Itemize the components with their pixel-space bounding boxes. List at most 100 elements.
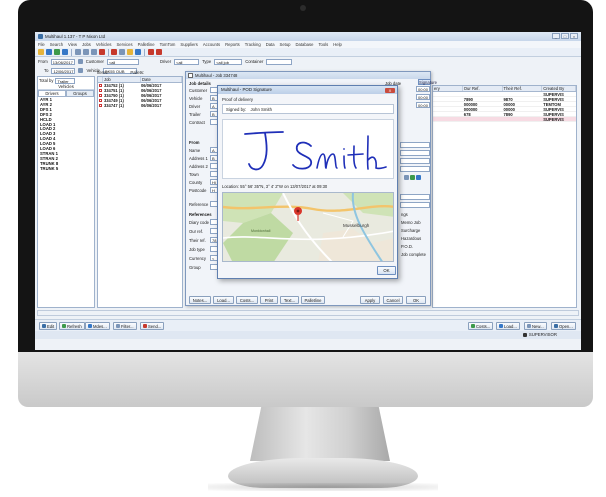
time-field[interactable]: 00:00 (416, 86, 430, 92)
menu-item-file[interactable]: File (38, 42, 45, 47)
delivery-map[interactable]: Musselburgh Monktonhall (222, 192, 394, 262)
job-window-button-apply[interactable]: Apply (360, 296, 380, 304)
menu-item-tomtom[interactable]: TomTom (160, 42, 176, 47)
map-icon[interactable] (416, 175, 421, 180)
pallets-label: Pallets: (130, 70, 145, 75)
close-job-icon[interactable] (98, 49, 105, 55)
bottom-button-open[interactable]: Open... (551, 322, 576, 330)
bottom-button-refresh[interactable]: Refresh (59, 322, 85, 330)
window-titlebar: Multihaul 1.137 - T P Nixon Ltd _ □ × (35, 32, 581, 41)
table-row[interactable]: SUPERVIS (433, 117, 576, 122)
map-icon[interactable] (135, 49, 141, 55)
to-date-field[interactable]: 12/06/2017 (51, 67, 76, 74)
menu-item-suppliers[interactable]: Suppliers (180, 42, 197, 47)
arrow-left-icon[interactable] (147, 49, 154, 55)
detail-label: Contract (189, 120, 205, 125)
menu-item-database[interactable]: Database (296, 42, 314, 47)
bottom-button-filter[interactable]: Filter... (113, 322, 137, 330)
menu-item-search[interactable]: Search (50, 42, 63, 47)
bottom-button-new[interactable]: New... (524, 322, 547, 330)
maximize-button[interactable]: □ (561, 33, 569, 39)
job-window-button-cancel[interactable]: Cancel (383, 296, 403, 304)
column-header-date[interactable]: Date (141, 77, 182, 82)
from-date-field[interactable]: 13/06/2017 (50, 58, 75, 65)
container-field[interactable] (266, 58, 293, 65)
tab-groups[interactable]: Groups (66, 90, 94, 97)
from-label: Name (189, 148, 201, 153)
vehicle-item[interactable]: TRUNK 5 (40, 166, 94, 172)
refresh-icon[interactable] (54, 49, 60, 55)
menu-item-services[interactable]: Services (117, 42, 133, 47)
bottom-button-mdes[interactable]: Mdes... (85, 322, 110, 330)
right-field-6[interactable] (400, 202, 430, 208)
arrow-right-icon[interactable] (155, 49, 162, 55)
option-label[interactable]: Job complete (401, 252, 426, 257)
bottom-button-edit[interactable]: Edit (39, 322, 58, 330)
calendar-icon[interactable] (90, 49, 97, 55)
calendar-icon[interactable] (77, 59, 83, 64)
menu-item-help[interactable]: Help (333, 42, 342, 47)
right-field-5[interactable] (400, 194, 430, 200)
job-window-button-notes[interactable]: Notes... (189, 296, 211, 304)
column-header-our-ref[interactable]: Our Ref. (463, 86, 503, 91)
job-window-button-costs[interactable]: Costs... (236, 296, 258, 304)
column-header-delivery[interactable]: ery (433, 86, 463, 91)
right-field-4[interactable] (400, 166, 430, 172)
minimize-button[interactable]: _ (552, 33, 560, 39)
save-icon[interactable] (46, 49, 52, 55)
column-header-job[interactable]: Job (103, 77, 141, 82)
open-icon[interactable] (38, 49, 44, 55)
option-label[interactable]: Hazardous (401, 236, 421, 241)
report-icon[interactable] (127, 49, 133, 55)
list-icon[interactable] (82, 49, 89, 55)
job-window-button-ok[interactable]: OK (406, 296, 426, 304)
time-field[interactable]: 00:00 (416, 94, 430, 100)
menu-item-data[interactable]: Data (266, 42, 275, 47)
option-label[interactable]: P.O.D. (401, 244, 413, 249)
job-window-button-text[interactable]: Text... (280, 296, 299, 304)
menu-item-accounts[interactable]: Accounts (203, 42, 220, 47)
pod-close-button[interactable]: X (385, 87, 395, 93)
right-field-3[interactable] (400, 158, 430, 164)
job-window-button-print[interactable]: Print (260, 296, 278, 304)
bottom-button-load[interactable]: Load... (496, 322, 520, 330)
signature-button[interactable]: Signature (418, 79, 437, 85)
delete-icon[interactable] (111, 49, 117, 55)
bottom-button-send[interactable]: Send... (140, 322, 165, 330)
menu-item-setup[interactable]: Setup (280, 42, 291, 47)
horizontal-scrollbar[interactable] (37, 310, 579, 316)
column-header-created-by[interactable]: Created By (542, 86, 576, 91)
calendar-icon[interactable] (78, 68, 84, 73)
tab-drivers[interactable]: Drivers (38, 90, 66, 97)
phone-icon[interactable] (404, 175, 409, 180)
menu-item-tools[interactable]: Tools (318, 42, 328, 47)
customer-select[interactable]: <all customers> (106, 58, 139, 70)
option-label[interactable]: Surcharge (401, 228, 420, 233)
menu-item-vehicles[interactable]: Vehicles (96, 42, 112, 47)
print-icon[interactable] (119, 49, 125, 55)
menu-item-jobs[interactable]: Jobs (82, 42, 91, 47)
driver-select[interactable]: <all drivers> (174, 58, 200, 70)
pod-ok-button[interactable]: OK (377, 266, 396, 275)
email-icon[interactable] (410, 175, 415, 180)
column-header-their-ref[interactable]: Their Ref. (503, 86, 543, 91)
menu-item-tracking[interactable]: Tracking (245, 42, 261, 47)
job-window-button-palletline[interactable]: Palletline (301, 296, 325, 304)
search-icon[interactable] (62, 49, 68, 55)
table-row[interactable]: 334747 (1) 06/06/2017 (98, 103, 182, 108)
total-by-select[interactable]: Trailer (55, 77, 76, 84)
job-window-button-load[interactable]: Load... (213, 296, 234, 304)
bottom-button-costs[interactable]: Costs... (468, 322, 494, 330)
menu-item-palletline[interactable]: Palletline (138, 42, 155, 47)
from-label: From (38, 59, 48, 64)
option-label[interactable]: Memo Job (401, 220, 421, 225)
menu-item-view[interactable]: View (68, 42, 77, 47)
menu-item-reports[interactable]: Reports (225, 42, 240, 47)
type-select[interactable]: <all job types> (214, 58, 243, 70)
right-field-2[interactable] (400, 150, 430, 156)
grid-icon[interactable] (74, 49, 81, 55)
option-label[interactable]: ngs (401, 212, 408, 217)
right-field-1[interactable] (400, 142, 430, 148)
time-field[interactable]: 00:00 (416, 102, 430, 108)
close-button[interactable]: × (570, 33, 578, 39)
